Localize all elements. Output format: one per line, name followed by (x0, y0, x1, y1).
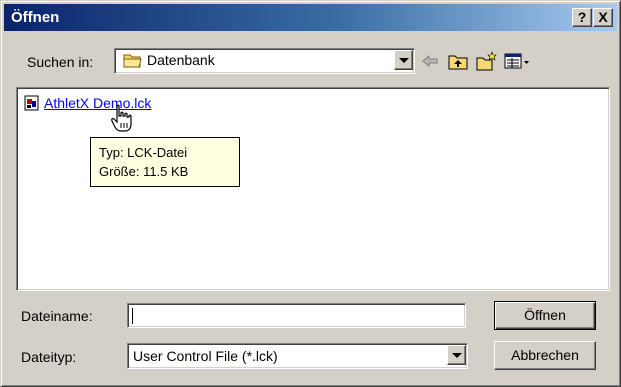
filetype-combo[interactable]: User Control File (*.lck) (127, 343, 468, 369)
text-caret (132, 308, 133, 324)
filename-input[interactable] (127, 303, 466, 328)
close-button[interactable]: X (593, 8, 613, 27)
tooltip-size: Größe: 11.5 KB (99, 164, 189, 179)
look-in-combo[interactable]: Datenbank (114, 48, 415, 74)
look-in-label: Suchen in: (27, 54, 94, 70)
window-title: Öffnen (11, 9, 60, 26)
file-icon (24, 95, 39, 111)
filetype-value: User Control File (*.lck) (133, 348, 278, 364)
tooltip-type: Typ: LCK-Datei (99, 145, 188, 160)
filetype-dropdown-button[interactable] (447, 345, 466, 365)
open-file-dialog: Öffnen ? X Suchen in: Datenbank AthletX … (0, 0, 621, 387)
open-button[interactable]: Öffnen (494, 301, 596, 330)
cancel-button[interactable]: Abbrechen (494, 341, 596, 370)
filename-label: Dateiname: (21, 308, 93, 324)
folder-icon (123, 54, 142, 68)
help-button[interactable]: ? (572, 8, 592, 27)
filetype-label: Dateityp: (21, 349, 77, 365)
back-arrow-icon[interactable] (419, 50, 441, 72)
hand-cursor-icon (111, 104, 132, 132)
look-in-dropdown-button[interactable] (394, 50, 413, 70)
file-info-tooltip: Typ: LCK-Datei Größe: 11.5 KB (90, 137, 240, 187)
file-list[interactable]: AthletX Demo.lck (16, 87, 610, 291)
up-folder-icon[interactable] (447, 50, 469, 72)
look-in-value: Datenbank (147, 52, 215, 68)
new-folder-icon[interactable] (475, 50, 497, 72)
view-menu-icon[interactable] (503, 50, 531, 72)
file-name-link[interactable]: AthletX Demo.lck (44, 95, 151, 111)
title-bar[interactable]: Öffnen ? X (4, 4, 617, 31)
